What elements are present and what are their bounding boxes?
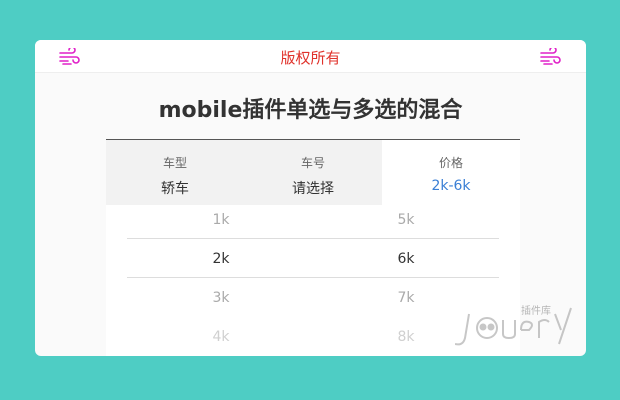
tab-label: 车型 [162, 156, 187, 170]
picker-option[interactable]: 1k [161, 212, 281, 228]
tab-value: 请选择 [292, 181, 334, 197]
tab-value: 轿车 [161, 181, 189, 197]
jquery-watermark-logo: 插件库 [455, 304, 572, 346]
wind-icon[interactable] [540, 48, 562, 66]
tab-car-type[interactable]: 车型 轿车 [106, 140, 244, 205]
picker-option[interactable]: 7k [346, 290, 466, 306]
picker-option-selected[interactable]: 6k [346, 251, 466, 267]
picker-option[interactable]: 3k [161, 290, 281, 306]
tab-value: 2k-6k [431, 178, 471, 194]
page-heading: mobile插件单选与多选的混合 [158, 98, 463, 123]
selection-line-bottom [127, 277, 499, 278]
top-bar: 版权所有 [35, 40, 586, 73]
tab-label: 价格 [438, 156, 463, 170]
copyright-title: 版权所有 [280, 49, 341, 67]
picker-option-selected[interactable]: 2k [161, 251, 281, 267]
watermark-text: 插件库 [521, 304, 551, 317]
tab-label: 车号 [300, 156, 325, 170]
picker-option[interactable]: 4k [161, 329, 281, 345]
picker-tabs: 车型 轿车 车号 请选择 价格 2k-6k [106, 140, 520, 205]
tab-price[interactable]: 价格 2k-6k [382, 140, 520, 205]
tab-car-number[interactable]: 车号 请选择 [244, 140, 382, 205]
picker-option[interactable]: 5k [346, 212, 466, 228]
selection-line-top [127, 238, 499, 239]
picker-option[interactable]: 8k [346, 329, 466, 345]
